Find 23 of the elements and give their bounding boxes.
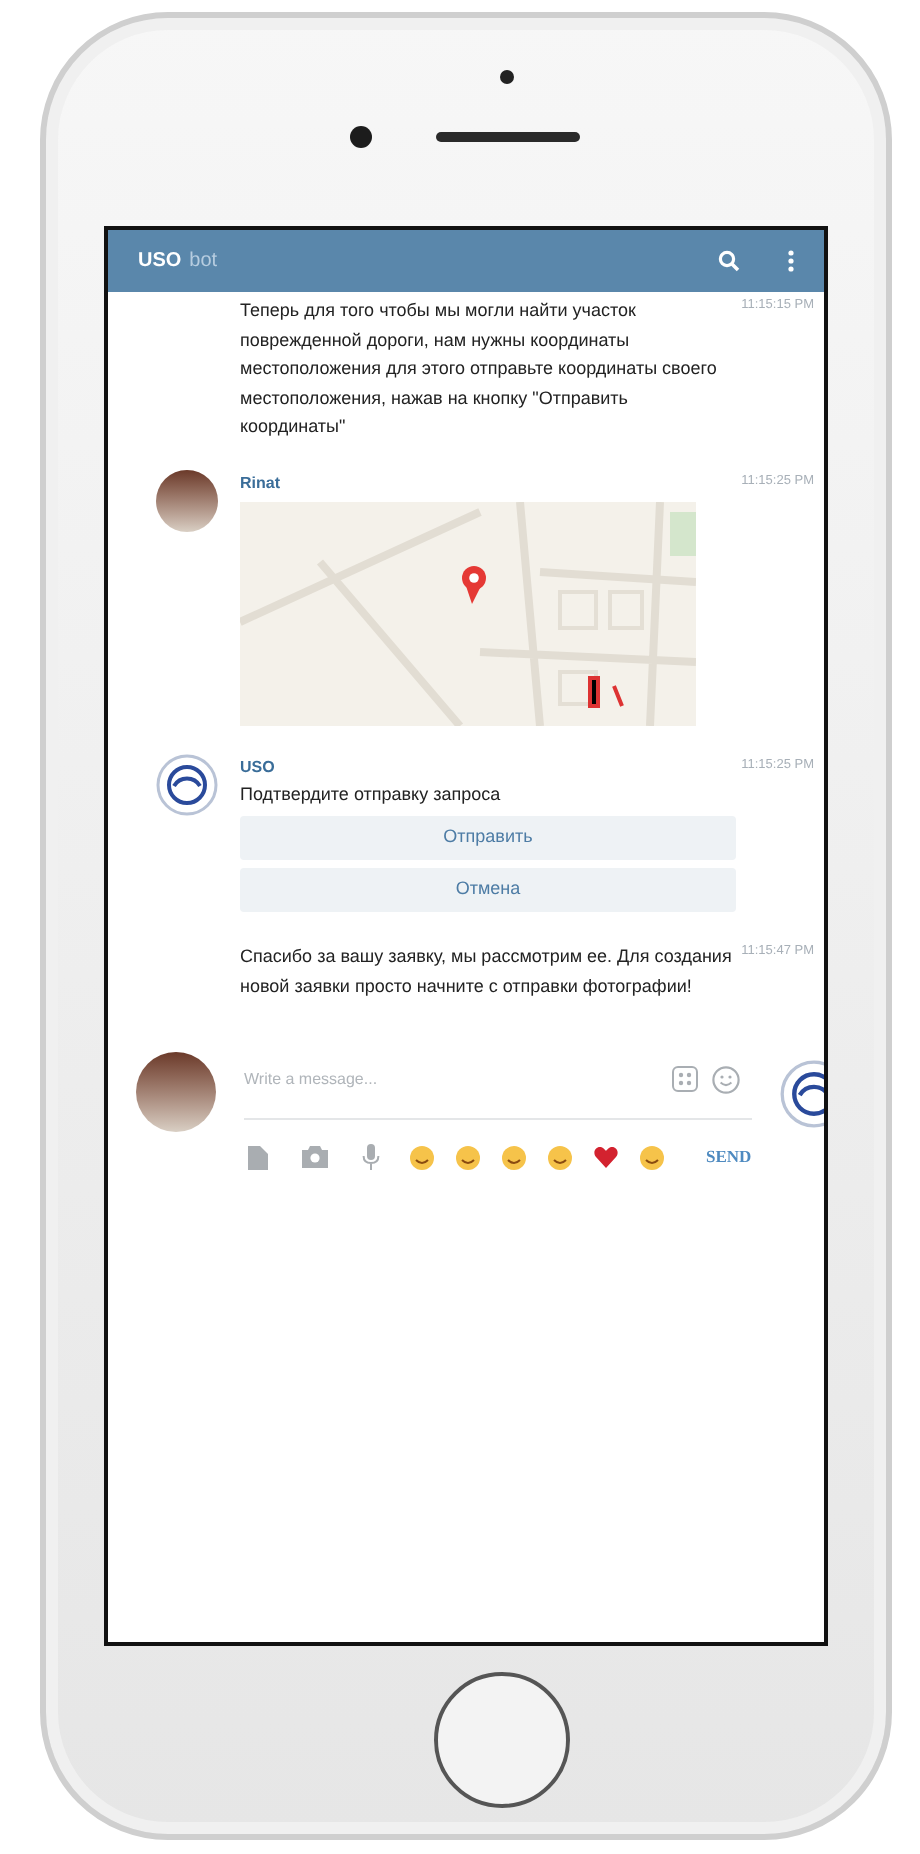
emoji-icon[interactable] xyxy=(548,1145,572,1169)
chat-subtitle: bot xyxy=(189,248,218,276)
keyboard-button[interactable]: Отправить xyxy=(240,816,736,860)
emoji-icon[interactable] xyxy=(456,1145,480,1169)
avatar-photo xyxy=(136,1052,216,1132)
heart-emoji-icon[interactable] xyxy=(594,1146,618,1168)
send-button[interactable]: SEND xyxy=(706,1144,752,1170)
more-icon[interactable] xyxy=(788,250,794,272)
message-text: Спасибо за вашу заявку, мы рассмотрим ее. Для создания новой заявки просто начните с отправки фотографии! xyxy=(240,944,734,1000)
keyboard-button[interactable]: Отмена xyxy=(240,868,736,912)
emoji-icon[interactable] xyxy=(410,1145,434,1169)
author-name[interactable]: Rinat xyxy=(240,471,736,495)
avatar-photo xyxy=(156,469,218,531)
message-text: Подтвердите отправку запроса xyxy=(240,781,503,808)
chat-title: USO xyxy=(138,248,182,276)
message-text: Теперь для того чтобы мы могли найти участок поврежденной дороги, нам нужны координаты местоположения для этого отправьте координаты своего местоположения, нажав на кнопку "Отправить координаты" xyxy=(240,298,719,440)
emoji-icon[interactable] xyxy=(640,1145,664,1169)
speaker-grille xyxy=(436,132,580,142)
search-icon[interactable] xyxy=(718,250,740,272)
logo-icon xyxy=(156,753,218,815)
message-input[interactable]: Write a message... xyxy=(244,1067,672,1091)
author-name[interactable]: USO xyxy=(240,755,736,779)
emoji-icon[interactable] xyxy=(502,1145,526,1169)
